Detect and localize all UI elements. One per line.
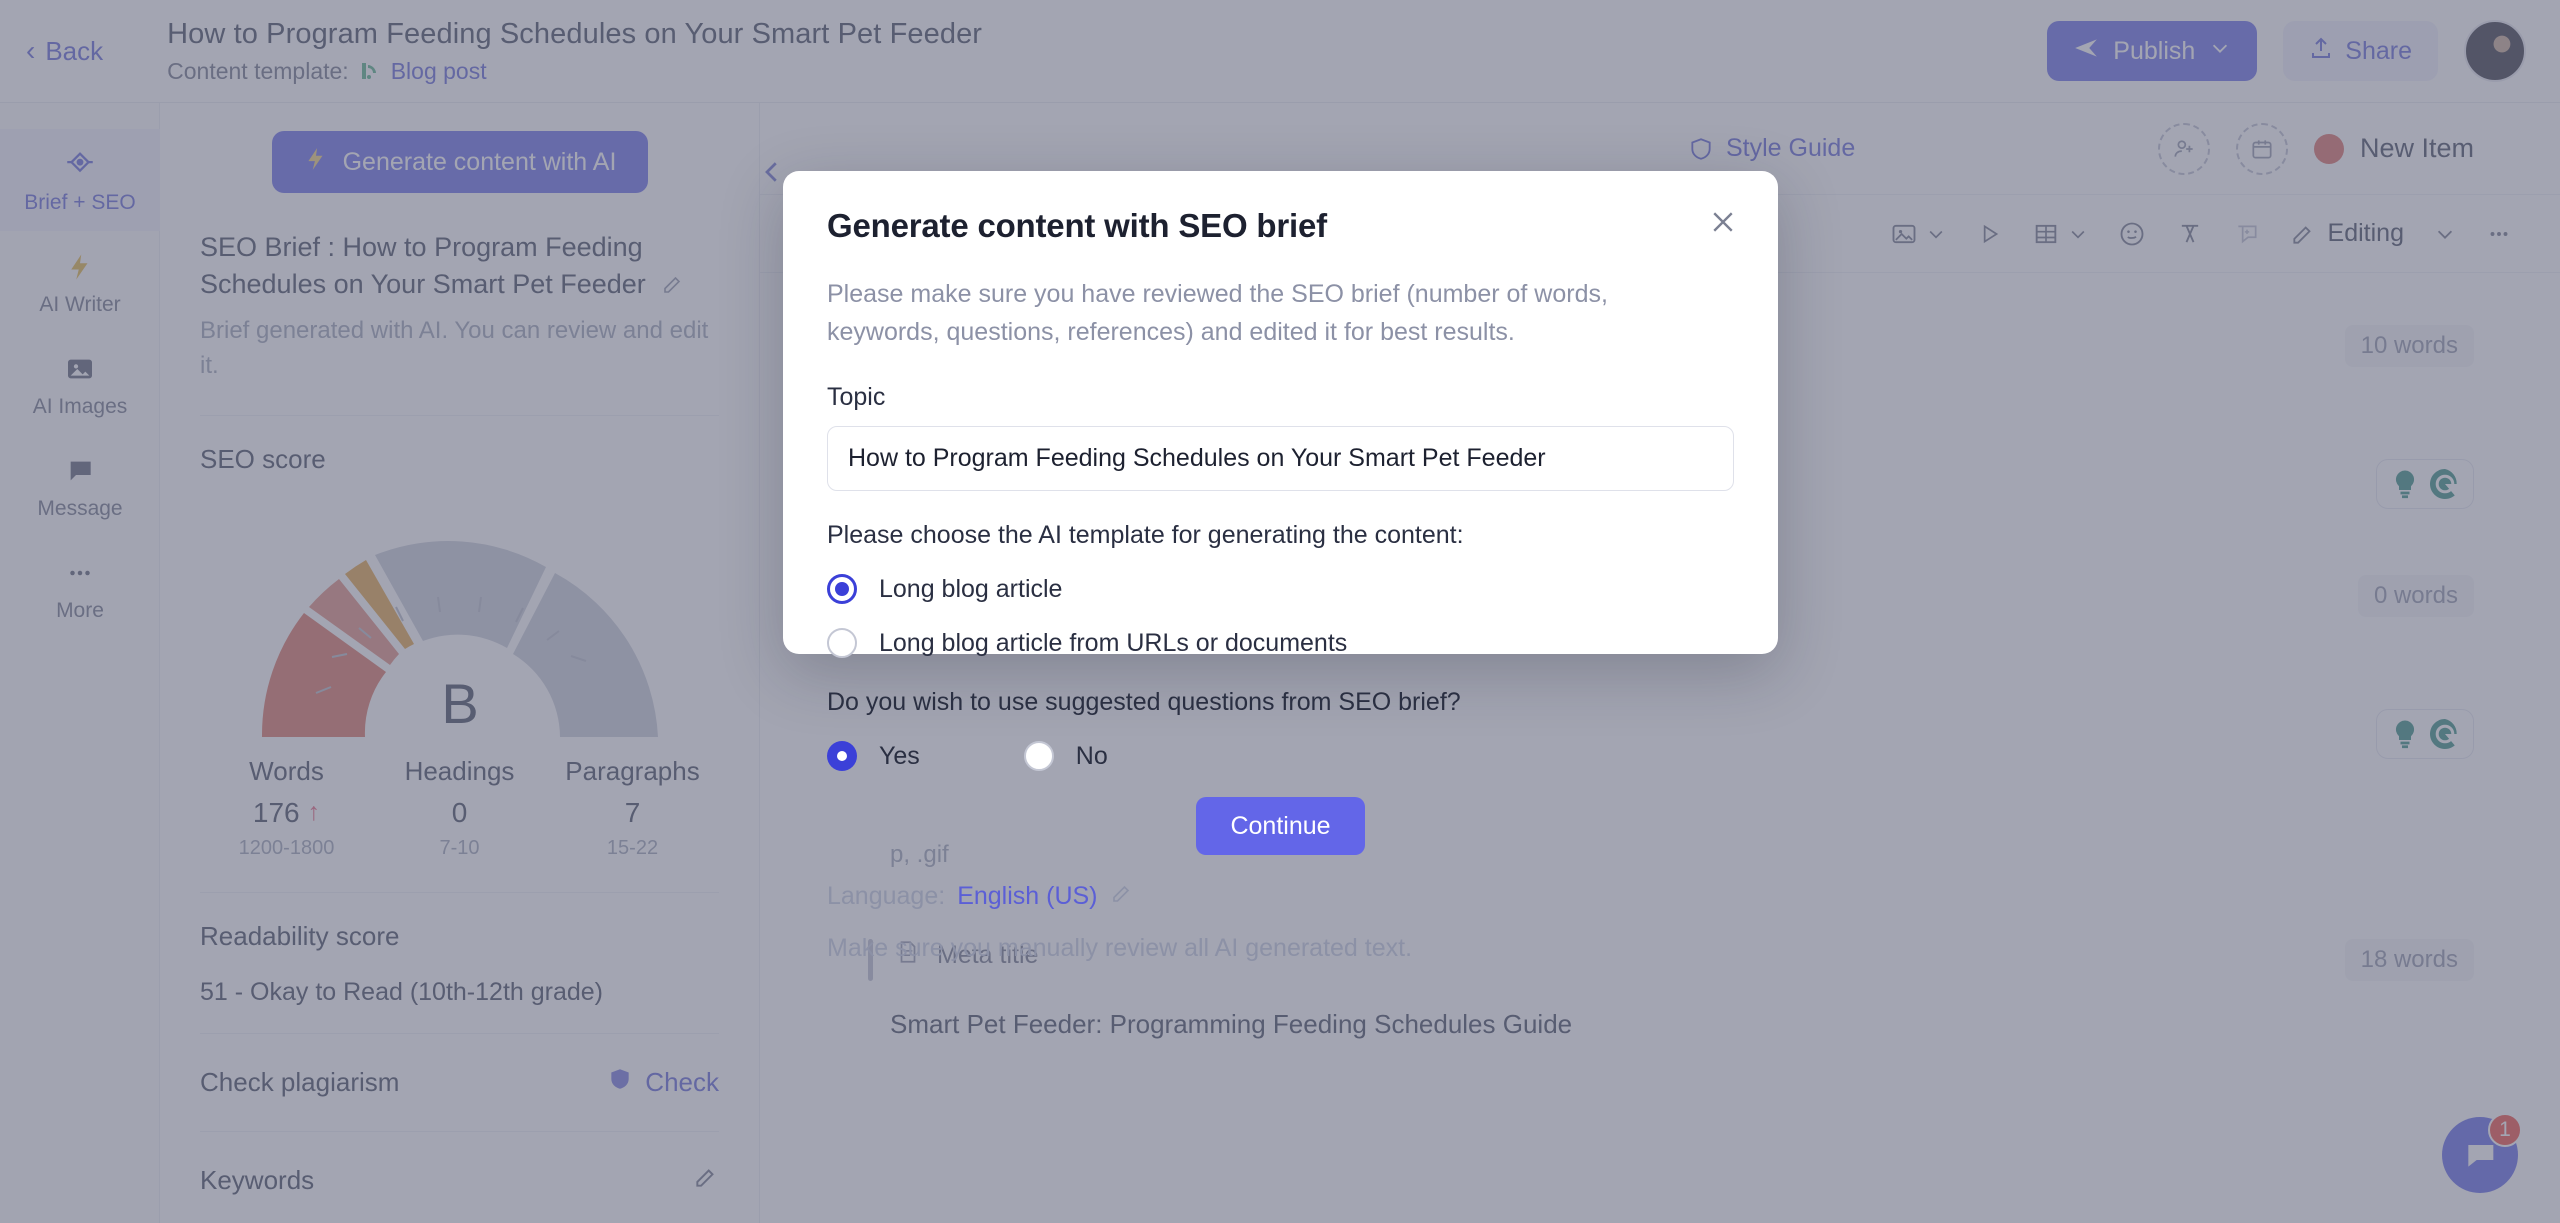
radio-icon[interactable] <box>1023 741 1054 771</box>
radio-label: No <box>1075 741 1108 770</box>
language-label: Language: <box>827 882 946 910</box>
topic-input[interactable] <box>827 426 1734 491</box>
edit-icon[interactable] <box>1110 881 1134 912</box>
suggested-questions-options: Yes No <box>827 741 1734 771</box>
radio-option-long-blog-article-from-urls[interactable]: Long blog article from URLs or documents <box>827 628 1734 658</box>
radio-icon-selected[interactable] <box>827 574 857 604</box>
radio-option-long-blog-article[interactable]: Long blog article <box>827 574 1734 604</box>
continue-row: Continue <box>827 797 1734 855</box>
modal-title: Generate content with SEO brief <box>827 207 1327 244</box>
radio-icon[interactable] <box>827 628 857 658</box>
modal-description: Please make sure you have reviewed the S… <box>827 280 1608 346</box>
language-value[interactable]: English (US) <box>957 882 1097 911</box>
generate-content-modal: Generate content with SEO brief Please m… <box>783 171 1778 962</box>
template-question: Please choose the AI template for genera… <box>827 521 1464 549</box>
modal-footnote: Make sure you manually review all AI gen… <box>827 934 1413 962</box>
radio-icon-selected[interactable] <box>827 741 857 771</box>
radio-option-yes[interactable]: Yes <box>827 741 920 771</box>
language-row: Language: English (US) <box>827 881 1734 912</box>
topic-label: Topic <box>827 383 886 411</box>
app-root: ‹ Back How to Program Feeding Schedules … <box>0 0 2560 1223</box>
close-icon[interactable] <box>1702 201 1744 243</box>
radio-label: Long blog article from URLs or documents <box>879 628 1348 657</box>
radio-option-no[interactable]: No <box>1023 741 1108 771</box>
continue-button[interactable]: Continue <box>1196 797 1365 855</box>
radio-label: Yes <box>879 741 920 770</box>
radio-label: Long blog article <box>879 574 1063 603</box>
questions-question: Do you wish to use suggested questions f… <box>827 688 1461 716</box>
